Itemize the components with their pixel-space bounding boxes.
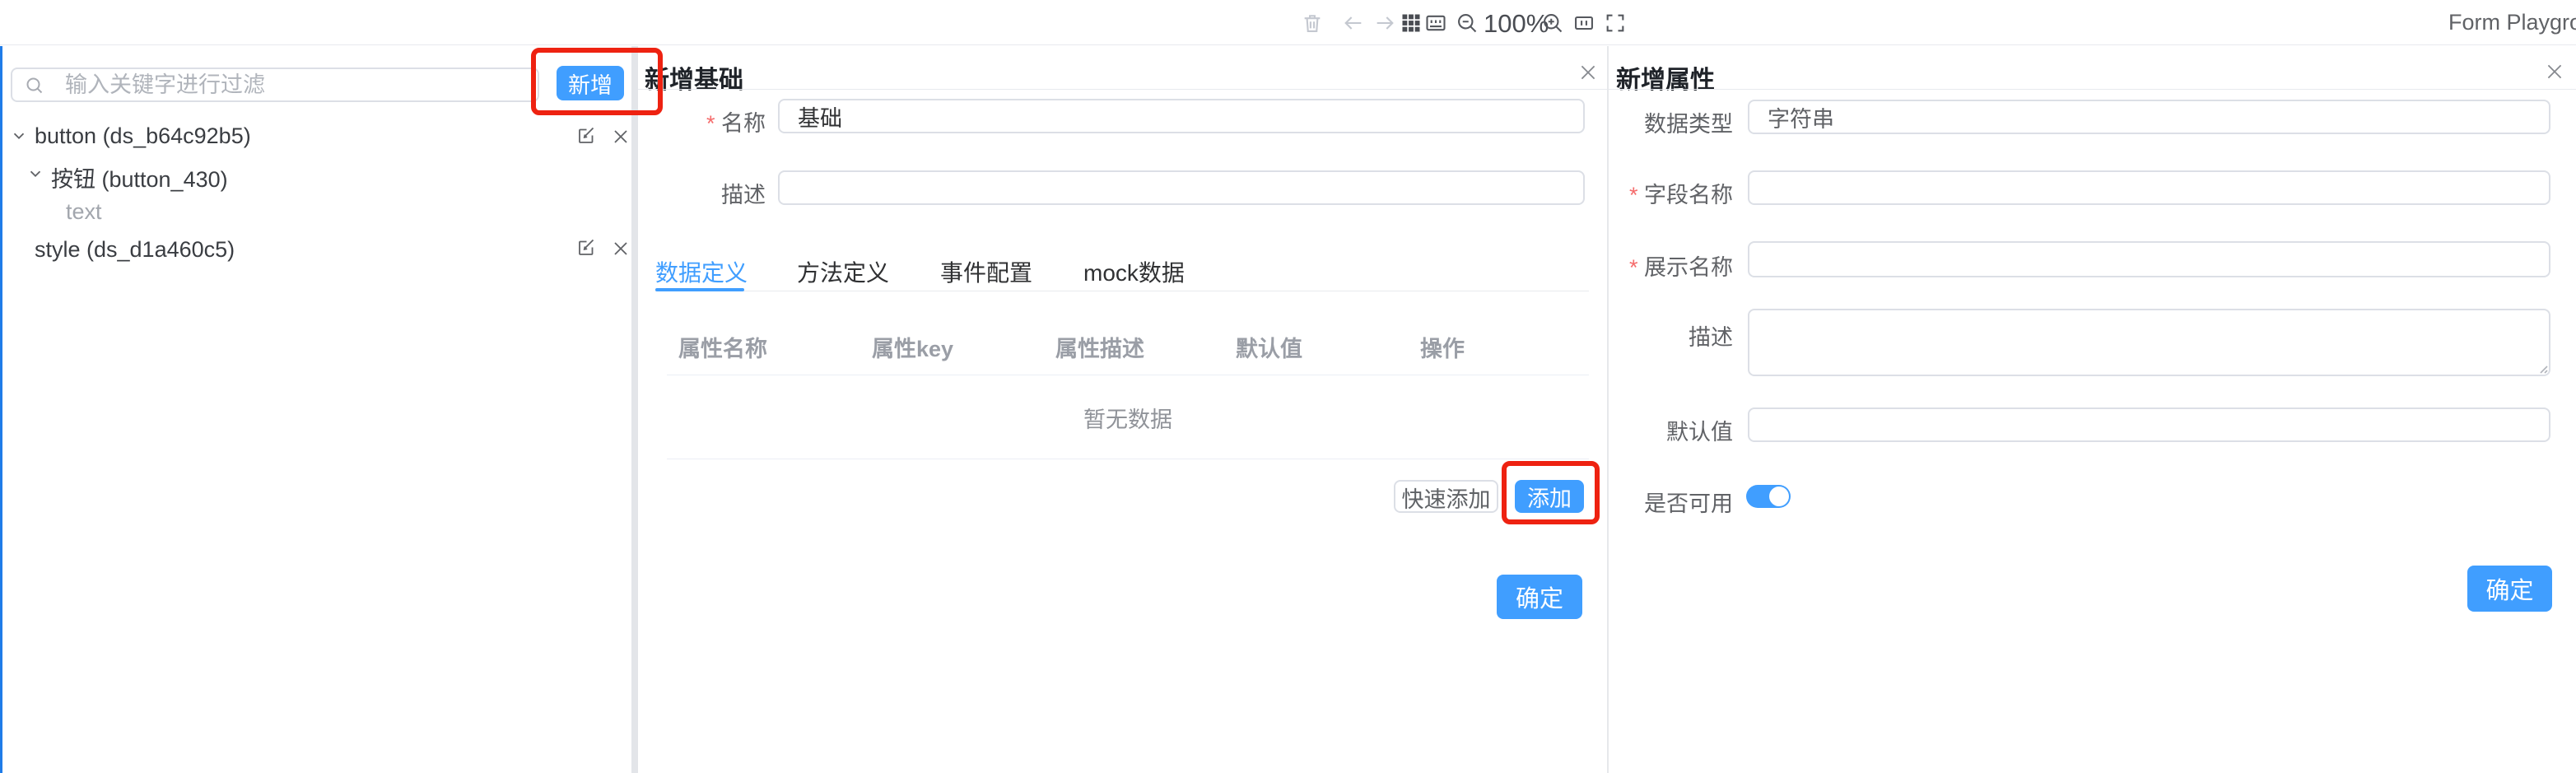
confirm-base-button[interactable]: 确定 <box>1497 575 1582 619</box>
col-header-default: 默认值 <box>1236 331 1302 363</box>
add-property-button[interactable]: 添加 <box>1515 480 1584 513</box>
caret-down-icon[interactable] <box>26 165 44 183</box>
col-header-attr-name: 属性名称 <box>678 331 767 363</box>
active-tab-indicator <box>655 288 744 291</box>
display-name-label: 展示名称 <box>1593 249 1733 282</box>
tree-item-button-ds[interactable]: button (ds_b64c92b5) <box>35 123 251 149</box>
enabled-label: 是否可用 <box>1593 486 1733 518</box>
dialog-title: 新增属性 <box>1616 59 1715 95</box>
fit-width-icon[interactable] <box>1572 12 1595 35</box>
enabled-toggle[interactable] <box>1746 485 1791 508</box>
close-icon[interactable] <box>2544 61 2565 82</box>
zoom-in-icon[interactable] <box>1541 12 1564 35</box>
panel-divider <box>631 46 638 773</box>
tree-item-style-ds[interactable]: style (ds_d1a460c5) <box>35 237 235 263</box>
grid-icon[interactable] <box>1400 12 1423 35</box>
default-value-label: 默认值 <box>1593 414 1733 446</box>
col-header-attr-desc: 属性描述 <box>1055 331 1144 363</box>
tab-mock-data[interactable]: mock数据 <box>1083 255 1185 288</box>
search-input[interactable] <box>11 68 539 102</box>
trash-icon[interactable] <box>1301 12 1324 35</box>
empty-data-text: 暂无数据 <box>667 402 1589 434</box>
zoom-out-icon[interactable] <box>1456 12 1479 35</box>
sidebar-accent-border <box>0 46 2 773</box>
col-header-actions: 操作 <box>1420 331 1465 363</box>
page-title: Form Playground F <box>2448 10 2576 35</box>
field-name-label: 字段名称 <box>1593 177 1733 209</box>
desc-input[interactable] <box>778 170 1585 205</box>
form-playground-app: 100% Form Playground F 新增 button (ds_b64… <box>0 0 2576 773</box>
dialog-header-divider <box>638 89 1607 90</box>
close-icon[interactable] <box>611 239 631 258</box>
field-name-input[interactable] <box>1748 170 2550 205</box>
fullscreen-icon[interactable] <box>1604 12 1627 35</box>
keyboard-icon[interactable] <box>1424 12 1447 35</box>
tree-item-text[interactable]: text <box>66 199 102 225</box>
attr-desc-textarea[interactable] <box>1748 309 2550 376</box>
name-field-label: 名称 <box>650 105 766 137</box>
tab-method-definition[interactable]: 方法定义 <box>797 255 889 288</box>
default-value-input[interactable] <box>1748 407 2550 442</box>
tab-data-definition[interactable]: 数据定义 <box>655 255 748 288</box>
search-icon <box>25 76 44 95</box>
close-icon[interactable] <box>611 127 631 147</box>
edit-icon[interactable] <box>576 125 596 145</box>
display-name-input[interactable] <box>1748 241 2550 277</box>
dialog-title: 新增基础 <box>645 59 743 95</box>
close-icon[interactable] <box>1577 62 1599 83</box>
data-type-label: 数据类型 <box>1593 106 1733 138</box>
dialog-header-divider <box>1609 89 2576 90</box>
toggle-knob <box>1769 487 1789 506</box>
edit-icon[interactable] <box>576 237 596 257</box>
zoom-level-label: 100% <box>1484 9 1549 39</box>
component-tree-sidebar <box>0 46 631 773</box>
quick-add-button[interactable]: 快速添加 <box>1394 480 1498 513</box>
caret-down-icon[interactable] <box>10 127 28 145</box>
tab-event-config[interactable]: 事件配置 <box>940 255 1032 288</box>
data-type-input[interactable] <box>1748 100 2550 134</box>
undo-icon[interactable] <box>1342 12 1365 35</box>
col-header-attr-key: 属性key <box>872 331 953 363</box>
confirm-attribute-button[interactable]: 确定 <box>2467 566 2552 612</box>
tree-item-button-node[interactable]: 按钮 (button_430) <box>51 161 228 193</box>
top-toolbar: 100% Form Playground F <box>0 0 2576 45</box>
add-datasource-button[interactable]: 新增 <box>557 66 624 100</box>
attr-desc-label: 描述 <box>1593 319 1733 352</box>
name-input[interactable] <box>778 99 1585 133</box>
redo-icon[interactable] <box>1373 12 1396 35</box>
desc-field-label: 描述 <box>650 177 766 209</box>
